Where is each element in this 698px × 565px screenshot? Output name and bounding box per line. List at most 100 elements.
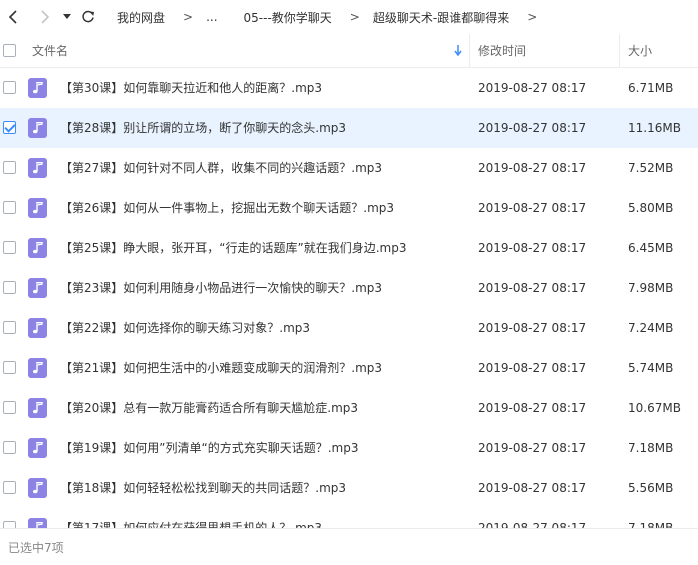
- select-all-checkbox[interactable]: [3, 44, 16, 57]
- file-row[interactable]: 【第30课】如何靠聊天拉近和他人的距离？.mp3 2019-08-27 08:17…: [0, 68, 698, 108]
- toolbar: 我的网盘 > ... 05---教你学聊天 > 超级聊天术-跟谁都聊得来 >: [0, 0, 698, 34]
- sort-arrow[interactable]: [454, 34, 462, 67]
- file-name[interactable]: 【第30课】如何靠聊天拉近和他人的距离？.mp3: [60, 68, 322, 108]
- file-modified-time: 2019-08-27 08:17: [478, 281, 587, 295]
- music-note-icon: [33, 162, 43, 174]
- row-checkbox[interactable]: [3, 361, 16, 374]
- file-row[interactable]: 【第18课】如何轻轻松松找到聊天的共同话题？.mp3 2019-08-27 08:…: [0, 468, 698, 508]
- column-divider[interactable]: [469, 34, 470, 67]
- refresh-icon: [82, 10, 94, 23]
- column-header: 文件名 修改时间 大小: [0, 34, 698, 68]
- row-checkbox-cell: [3, 241, 16, 257]
- file-row[interactable]: 【第26课】如何从一件事物上，挖掘出无数个聊天话题？.mp3 2019-08-27…: [0, 188, 698, 228]
- row-checkbox-cell: [3, 521, 16, 528]
- row-checkbox-cell: [3, 281, 16, 297]
- file-name[interactable]: 【第20课】总有一款万能膏药适合所有聊天尴尬症.mp3: [60, 388, 358, 428]
- file-name[interactable]: 【第22课】如何选择你的聊天练习对象？.mp3: [60, 308, 310, 348]
- file-size: 5.80MB: [628, 201, 674, 215]
- music-file-icon: [28, 158, 47, 178]
- row-checkbox[interactable]: [3, 401, 16, 414]
- column-size-label: 大小: [628, 44, 653, 58]
- music-file-icon: [28, 238, 47, 258]
- music-note-icon: [33, 202, 43, 214]
- history-dropdown-button[interactable]: [61, 0, 73, 34]
- file-name[interactable]: 【第27课】如何针对不同人群，收集不同的兴趣话题？.mp3: [60, 148, 382, 188]
- column-size[interactable]: 大小: [628, 34, 652, 67]
- row-checkbox-cell: [3, 401, 16, 417]
- file-row[interactable]: 【第23课】如何利用随身小物品进行一次愉快的聊天？.mp3 2019-08-27 …: [0, 268, 698, 308]
- file-row[interactable]: 【第22课】如何选择你的聊天练习对象？.mp3 2019-08-27 08:17 7…: [0, 308, 698, 348]
- music-note-icon: [33, 322, 43, 334]
- back-button[interactable]: [0, 0, 26, 34]
- file-row[interactable]: 【第27课】如何针对不同人群，收集不同的兴趣话题？.mp3 2019-08-27 …: [0, 148, 698, 188]
- row-checkbox-cell: [3, 361, 16, 377]
- file-size: 6.71MB: [628, 81, 674, 95]
- file-size: 11.16MB: [628, 121, 681, 135]
- file-size: 7.18MB: [628, 521, 674, 528]
- file-name[interactable]: 【第25课】睁大眼，张开耳，“行走的话题库”就在我们身边.mp3: [60, 228, 406, 268]
- music-file-icon: [28, 318, 47, 338]
- file-name[interactable]: 【第23课】如何利用随身小物品进行一次愉快的聊天？.mp3: [60, 268, 382, 308]
- file-size: 7.18MB: [628, 441, 674, 455]
- breadcrumb-item-my-drive[interactable]: 我的网盘: [117, 9, 165, 26]
- row-checkbox[interactable]: [3, 241, 16, 254]
- file-modified-time: 2019-08-27 08:17: [478, 441, 587, 455]
- file-name[interactable]: 【第18课】如何轻轻松松找到聊天的共同话题？.mp3: [60, 468, 346, 508]
- refresh-button[interactable]: [77, 0, 99, 34]
- row-checkbox[interactable]: [3, 81, 16, 94]
- file-modified-time: 2019-08-27 08:17: [478, 81, 587, 95]
- music-file-icon: [28, 398, 47, 418]
- file-row[interactable]: 【第25课】睁大眼，张开耳，“行走的话题库”就在我们身边.mp3 2019-08-…: [0, 228, 698, 268]
- row-checkbox[interactable]: [3, 321, 16, 334]
- breadcrumb-separator: >: [349, 10, 360, 24]
- music-note-icon: [33, 242, 43, 254]
- music-note-icon: [33, 82, 43, 94]
- column-name[interactable]: 文件名: [32, 34, 68, 67]
- row-checkbox-cell: [3, 481, 16, 497]
- file-row[interactable]: 【第28课】别让所谓的立场，断了你聊天的念头.mp3 2019-08-27 08:…: [0, 108, 698, 148]
- row-checkbox-cell: [3, 201, 16, 217]
- file-name[interactable]: 【第28课】别让所谓的立场，断了你聊天的念头.mp3: [60, 108, 346, 148]
- file-modified-time: 2019-08-27 08:17: [478, 321, 587, 335]
- breadcrumb: 我的网盘 > ... 05---教你学聊天 > 超级聊天术-跟谁都聊得来 >: [117, 9, 550, 26]
- music-file-icon: [28, 118, 47, 138]
- file-row[interactable]: 【第17课】如何应付在获得思想手机的人？.mp3 2019-08-27 08:17…: [0, 508, 698, 528]
- column-divider[interactable]: [619, 34, 620, 67]
- breadcrumb-item-current[interactable]: 超级聊天术-跟谁都聊得来: [373, 9, 509, 26]
- file-name[interactable]: 【第21课】如何把生活中的小难题变成聊天的润滑剂？.mp3: [60, 348, 382, 388]
- breadcrumb-item-ellipsis[interactable]: ...: [206, 10, 217, 24]
- file-list: 【第30课】如何靠聊天拉近和他人的距离？.mp3 2019-08-27 08:17…: [0, 68, 698, 528]
- music-file-icon: [28, 78, 47, 98]
- file-size: 7.98MB: [628, 281, 674, 295]
- column-modified-label: 修改时间: [478, 44, 527, 58]
- file-modified-time: 2019-08-27 08:17: [478, 241, 587, 255]
- file-name[interactable]: 【第19课】如何用”列清单“的方式充实聊天话题？.mp3: [60, 428, 358, 468]
- music-file-icon: [28, 278, 47, 298]
- music-file-icon: [28, 518, 47, 528]
- file-modified-time: 2019-08-27 08:17: [478, 401, 587, 415]
- file-name[interactable]: 【第17课】如何应付在获得思想手机的人？.mp3: [60, 508, 322, 528]
- music-note-icon: [33, 362, 43, 374]
- file-name[interactable]: 【第26课】如何从一件事物上，挖掘出无数个聊天话题？.mp3: [60, 188, 394, 228]
- breadcrumb-item-folder[interactable]: 05---教你学聊天: [244, 9, 332, 26]
- file-size: 7.52MB: [628, 161, 674, 175]
- file-row[interactable]: 【第20课】总有一款万能膏药适合所有聊天尴尬症.mp3 2019-08-27 08…: [0, 388, 698, 428]
- row-checkbox[interactable]: [3, 201, 16, 214]
- row-checkbox[interactable]: [3, 521, 16, 528]
- row-checkbox-cell: [3, 441, 16, 457]
- column-modified[interactable]: 修改时间: [478, 34, 526, 67]
- file-size: 7.24MB: [628, 321, 674, 335]
- file-row[interactable]: 【第21课】如何把生活中的小难题变成聊天的润滑剂？.mp3 2019-08-27 …: [0, 348, 698, 388]
- music-note-icon: [33, 402, 43, 414]
- row-checkbox[interactable]: [3, 481, 16, 494]
- row-checkbox[interactable]: [3, 121, 16, 134]
- row-checkbox-cell: [3, 121, 16, 137]
- music-file-icon: [28, 198, 47, 218]
- row-checkbox[interactable]: [3, 281, 16, 294]
- file-row[interactable]: 【第19课】如何用”列清单“的方式充实聊天话题？.mp3 2019-08-27 0…: [0, 428, 698, 468]
- row-checkbox[interactable]: [3, 441, 16, 454]
- row-checkbox[interactable]: [3, 161, 16, 174]
- file-modified-time: 2019-08-27 08:17: [478, 361, 587, 375]
- music-file-icon: [28, 438, 47, 458]
- forward-button[interactable]: [32, 0, 58, 34]
